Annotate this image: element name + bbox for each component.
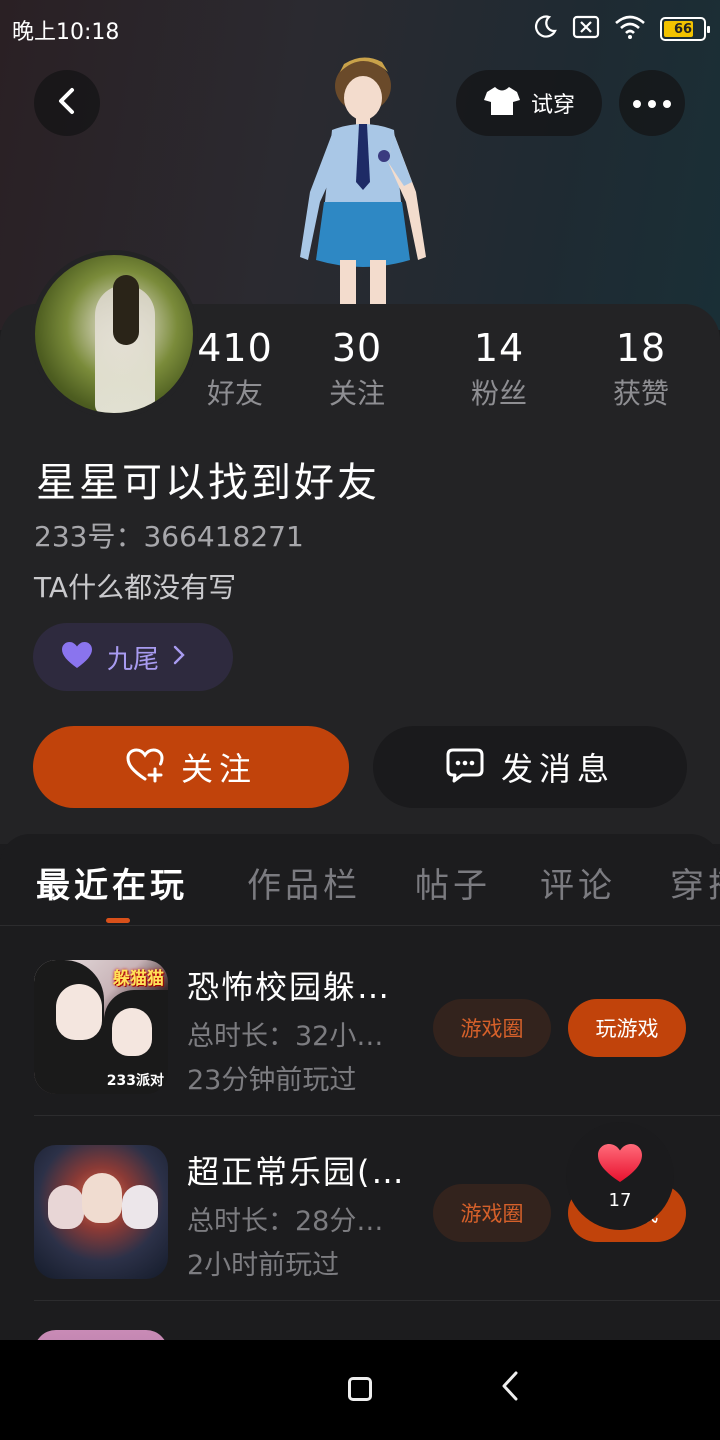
heart-icon: [596, 1142, 644, 1188]
status-time: 晚上10:18: [12, 20, 120, 45]
tab-works[interactable]: 作品栏: [247, 858, 361, 907]
stat-likes[interactable]: 18 获赞: [586, 326, 696, 412]
heart-icon: [61, 641, 93, 673]
follow-label: 关注: [180, 750, 257, 788]
wifi-icon: [614, 15, 646, 43]
game-circle-button[interactable]: 游戏圈: [433, 1184, 551, 1242]
profile-tabs: 最近在玩 作品栏 帖子 评论 穿搭: [0, 834, 720, 926]
status-bar: 晚上10:18 66: [0, 0, 720, 56]
stat-fans[interactable]: 14 粉丝: [444, 326, 554, 412]
try-on-label: 试穿: [530, 93, 575, 118]
stat-label: 粉丝: [470, 377, 527, 410]
nav-back-icon[interactable]: [498, 1370, 522, 1406]
stat-value: 14: [473, 326, 525, 370]
tab-recently-played[interactable]: 最近在玩: [36, 858, 188, 907]
tab-outfits[interactable]: 穿搭: [670, 858, 720, 907]
game-thumbnail[interactable]: [34, 1330, 168, 1340]
game-duration: 总时长：28分…: [187, 1206, 384, 1237]
tag-label: 九尾: [107, 644, 160, 675]
stat-value: 410: [197, 326, 273, 370]
tshirt-icon: [483, 85, 521, 121]
stat-friends[interactable]: 410 好友: [180, 326, 290, 412]
tab-comments[interactable]: 评论: [540, 858, 616, 907]
like-count: 17: [608, 1189, 632, 1211]
avatar-character[interactable]: [270, 52, 450, 308]
system-nav-bar: [0, 1340, 720, 1440]
message-label: 发消息: [500, 750, 615, 788]
content-panel: 最近在玩 作品栏 帖子 评论 穿搭 躲猫猫 233派对 恐怖校园躲… 总时长：3…: [0, 834, 720, 1340]
more-button[interactable]: [619, 70, 685, 136]
chevron-right-icon: [173, 643, 185, 671]
try-on-button[interactable]: 试穿: [456, 70, 602, 136]
stat-label: 关注: [328, 377, 385, 410]
back-arrow-icon: [54, 86, 80, 120]
profile-bio: TA什么都没有写: [34, 571, 237, 604]
chat-icon: [445, 746, 485, 788]
status-icons: 66: [532, 14, 710, 44]
game-duration: 总时长：32小…: [187, 1021, 384, 1052]
thumb-badge-2: 233派对: [106, 1073, 164, 1089]
game-last-played: 2小时前玩过: [187, 1250, 340, 1281]
follow-button[interactable]: 关注: [33, 726, 349, 808]
sim-off-icon: [572, 15, 600, 43]
list-item[interactable]: [0, 1302, 720, 1340]
list-item[interactable]: 躲猫猫 233派对 恐怖校园躲… 总时长：32小… 23分钟前玩过 游戏圈 玩游…: [0, 932, 720, 1116]
stat-label: 获赞: [612, 377, 669, 410]
profile-tag-chip[interactable]: 九尾: [33, 623, 233, 691]
tab-active-indicator: [106, 918, 130, 923]
play-game-button[interactable]: 玩游戏: [568, 999, 686, 1057]
game-circle-button[interactable]: 游戏圈: [433, 999, 551, 1057]
stat-value: 18: [615, 326, 667, 370]
game-title: 恐怖校园躲…: [187, 968, 392, 1006]
home-square-icon[interactable]: [348, 1377, 372, 1401]
game-last-played: 23分钟前玩过: [187, 1065, 357, 1096]
battery-level: 66: [673, 21, 693, 37]
stat-following[interactable]: 30 关注: [302, 326, 412, 412]
game-title: 超正常乐园(…: [187, 1153, 406, 1191]
battery-icon: 66: [660, 17, 710, 41]
tab-posts[interactable]: 帖子: [415, 858, 491, 907]
heart-plus-icon: [125, 747, 165, 787]
game-thumbnail[interactable]: 躲猫猫 233派对: [34, 960, 168, 1094]
more-dots-icon: [632, 94, 672, 113]
stat-label: 好友: [206, 377, 263, 410]
message-button[interactable]: 发消息: [373, 726, 687, 808]
profile-uid[interactable]: 233号：366418271: [34, 515, 304, 555]
game-thumbnail[interactable]: [34, 1145, 168, 1279]
profile-stats: 410 好友 30 关注 14 粉丝 18 获赞: [196, 326, 696, 426]
back-button[interactable]: [34, 70, 100, 136]
stat-value: 30: [331, 326, 383, 370]
like-float-button[interactable]: 17: [566, 1122, 674, 1230]
profile-name: 星星可以找到好友: [36, 460, 380, 506]
moon-icon: [532, 14, 558, 44]
thumb-badge: 躲猫猫: [113, 969, 164, 989]
user-avatar[interactable]: [30, 250, 198, 418]
